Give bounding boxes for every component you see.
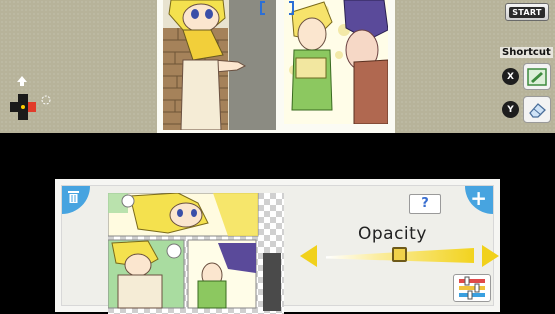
help-button[interactable]: ? xyxy=(409,194,441,214)
pen-tool-icon[interactable] xyxy=(523,63,551,90)
opacity-label: Opacity xyxy=(358,224,427,244)
layer-settings-button[interactable] xyxy=(453,274,491,302)
layer-panel: + ? Opacity xyxy=(61,185,499,314)
characters-illustration xyxy=(284,0,388,124)
plus-icon: + xyxy=(470,186,487,210)
start-button[interactable]: START xyxy=(505,3,549,21)
help-icon: ? xyxy=(421,196,429,211)
layer-settings-icon xyxy=(459,276,485,300)
trash-button[interactable] xyxy=(62,186,90,214)
opacity-increase-arrow-icon[interactable] xyxy=(482,245,499,267)
preview-artwork xyxy=(108,193,281,311)
shortcut-y[interactable]: Y xyxy=(502,96,552,124)
layer-preview[interactable] xyxy=(108,193,284,314)
y-button-icon: Y xyxy=(502,101,519,118)
eraser-icon[interactable] xyxy=(523,96,551,123)
opacity-decrease-arrow-icon[interactable] xyxy=(300,245,317,267)
trash-icon xyxy=(68,191,79,203)
bottom-screen: + ? Opacity xyxy=(55,179,500,314)
comic-panel-left xyxy=(163,0,276,130)
dpad-control[interactable] xyxy=(8,76,58,122)
comic-panel-right xyxy=(284,0,388,124)
opacity-slider-knob[interactable] xyxy=(392,247,407,262)
shortcut-label: Shortcut xyxy=(500,47,553,58)
start-button-label: START xyxy=(509,6,545,18)
top-screen: START Shortcut X Y xyxy=(0,0,555,133)
dpad-icon xyxy=(10,76,51,120)
selection-brackets xyxy=(260,1,294,15)
brick-wall-illustration xyxy=(163,0,276,130)
shortcut-x[interactable]: X xyxy=(502,63,552,91)
x-button-icon: X xyxy=(502,68,519,85)
add-layer-button[interactable]: + xyxy=(465,186,493,214)
